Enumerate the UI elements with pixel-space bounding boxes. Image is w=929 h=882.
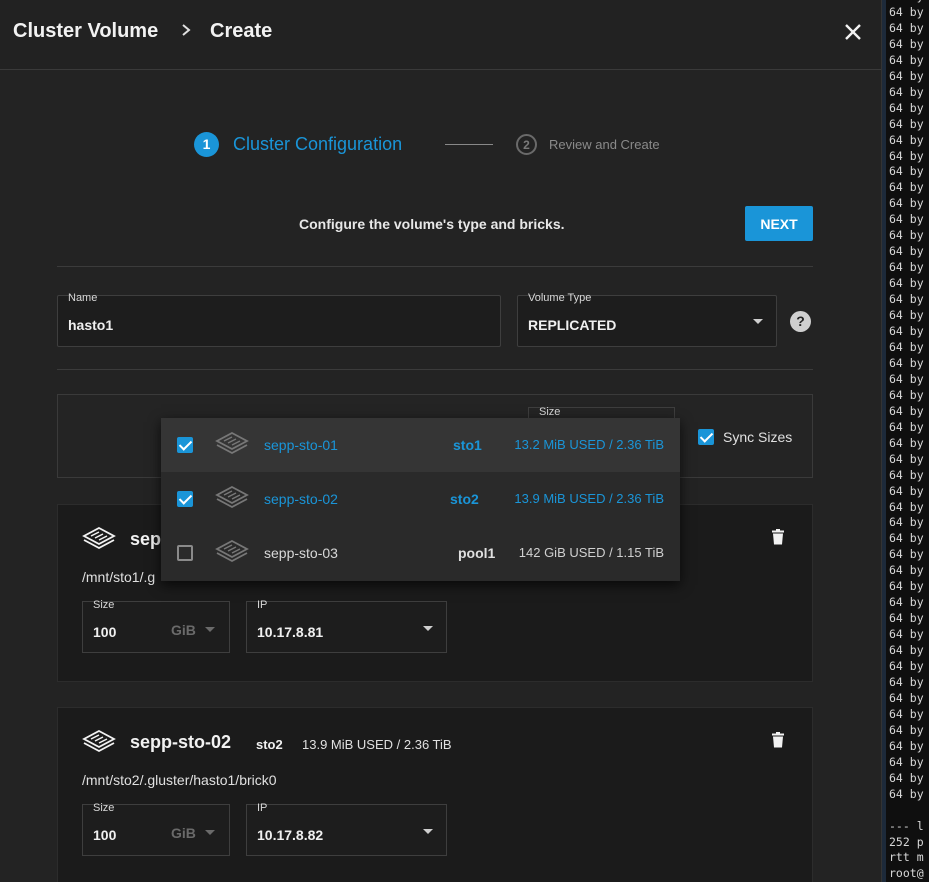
divider-top xyxy=(57,266,813,267)
option-pool: sto1 xyxy=(453,437,482,453)
volume-type-value: REPLICATED xyxy=(528,317,617,333)
delete-icon[interactable] xyxy=(771,732,785,753)
server-select-dropdown: sepp-sto-01 sto1 13.2 MiB USED / 2.36 Ti… xyxy=(161,418,680,581)
divider-middle xyxy=(57,369,813,370)
brick-size-field[interactable]: Size 100 GiB xyxy=(82,802,230,856)
sync-sizes-checkbox[interactable] xyxy=(698,429,714,445)
brick-path: /mnt/sto1/.g xyxy=(82,569,156,585)
next-button[interactable]: NEXT xyxy=(745,206,813,241)
terminal-output: 64 by 64 by 64 by 64 by 64 by 64 by 64 b… xyxy=(889,0,924,881)
brick-ip-select[interactable]: IP 10.17.8.81 xyxy=(246,599,447,653)
help-icon[interactable]: ? xyxy=(790,311,811,332)
brick-usage: 13.9 MiB USED / 2.36 TiB xyxy=(302,737,452,752)
option-checkbox[interactable] xyxy=(177,491,193,507)
step-1-label[interactable]: Cluster Configuration xyxy=(233,134,402,155)
brick-ip-value: 10.17.8.81 xyxy=(257,624,324,640)
server-icon xyxy=(215,539,249,569)
option-usage: 142 GiB USED / 1.15 TiB xyxy=(518,545,664,560)
close-icon[interactable] xyxy=(841,20,865,44)
server-icon xyxy=(215,485,249,515)
option-usage: 13.9 MiB USED / 2.36 TiB xyxy=(514,491,664,506)
dialog-header: Cluster Volume Create xyxy=(0,0,881,70)
chevron-down-icon xyxy=(205,627,215,632)
global-size-label: Size xyxy=(539,406,561,418)
option-usage: 13.2 MiB USED / 2.36 TiB xyxy=(514,437,664,452)
server-icon xyxy=(215,431,249,461)
sync-sizes-toggle[interactable]: Sync Sizes xyxy=(698,429,792,445)
option-hostname: sepp-sto-03 xyxy=(264,545,338,561)
name-field-value[interactable]: hasto1 xyxy=(68,317,113,333)
chevron-down-icon xyxy=(205,830,215,835)
background-terminal[interactable]: 64 by 64 by 64 by 64 by 64 by 64 by 64 b… xyxy=(881,0,929,882)
brick-size-label: Size xyxy=(93,599,115,611)
name-field-label: Name xyxy=(68,292,98,304)
brick-size-unit[interactable]: GiB xyxy=(171,622,196,638)
brick-hostname: sepp-sto-02 xyxy=(130,732,232,752)
brick-ip-label: IP xyxy=(257,599,268,611)
breadcrumb-chevron-icon xyxy=(180,21,194,44)
step-2-label[interactable]: Review and Create xyxy=(549,137,660,152)
delete-icon[interactable] xyxy=(771,529,785,550)
chevron-down-icon xyxy=(753,319,763,324)
brick-size-value[interactable]: 100 xyxy=(93,624,116,640)
dropdown-option[interactable]: sepp-sto-01 sto1 13.2 MiB USED / 2.36 Ti… xyxy=(161,418,680,472)
step-2-indicator: 2 xyxy=(516,134,537,155)
breadcrumb-create: Create xyxy=(210,20,273,42)
breadcrumb-cluster-volume: Cluster Volume xyxy=(13,20,159,42)
dropdown-option[interactable]: sepp-sto-03 pool1 142 GiB USED / 1.15 Ti… xyxy=(161,526,680,580)
option-pool: sto2 xyxy=(450,491,479,507)
brick-size-field[interactable]: Size 100 GiB xyxy=(82,599,230,653)
sync-sizes-label: Sync Sizes xyxy=(723,429,793,445)
dropdown-option[interactable]: sepp-sto-02 sto2 13.9 MiB USED / 2.36 Ti… xyxy=(161,472,680,526)
option-hostname: sepp-sto-01 xyxy=(264,437,338,453)
option-checkbox[interactable] xyxy=(177,545,193,561)
option-hostname: sepp-sto-02 xyxy=(264,491,338,507)
chevron-down-icon xyxy=(423,829,433,834)
volume-type-select[interactable]: Volume Type REPLICATED xyxy=(517,292,777,347)
name-field[interactable]: Name hasto1 xyxy=(57,292,501,347)
brick-ip-value: 10.17.8.82 xyxy=(257,827,324,843)
volume-type-label: Volume Type xyxy=(528,292,592,304)
brick-ip-select[interactable]: IP 10.17.8.82 xyxy=(246,802,447,856)
brick-pool: sto2 xyxy=(256,737,283,752)
brick-card: sepp-sto-02 sto2 13.9 MiB USED / 2.36 Ti… xyxy=(57,707,813,882)
option-pool: pool1 xyxy=(458,545,496,561)
option-checkbox[interactable] xyxy=(177,437,193,453)
brick-size-label: Size xyxy=(93,802,115,814)
server-icon xyxy=(82,526,116,556)
terminal-border xyxy=(882,0,886,882)
brick-ip-label: IP xyxy=(257,802,268,814)
brick-size-value[interactable]: 100 xyxy=(93,827,116,843)
server-icon xyxy=(82,729,116,759)
chevron-down-icon xyxy=(423,626,433,631)
step-1-indicator: 1 xyxy=(194,132,219,157)
stepper-connector xyxy=(445,144,493,145)
step-instruction: Configure the volume's type and bricks. xyxy=(299,216,565,232)
brick-path: /mnt/sto2/.gluster/hasto1/brick0 xyxy=(82,772,277,788)
brick-size-unit[interactable]: GiB xyxy=(171,825,196,841)
